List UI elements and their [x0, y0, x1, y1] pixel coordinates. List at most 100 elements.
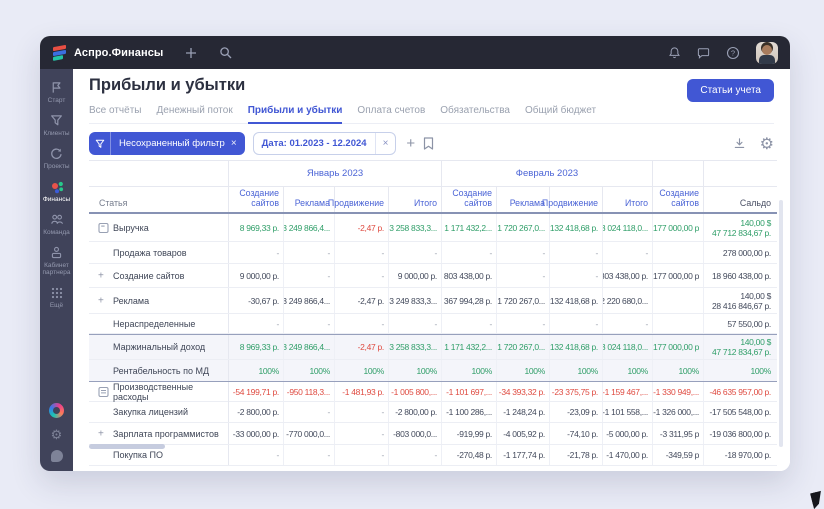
value-cell: 9 000,00 р.	[389, 264, 442, 287]
value-cell: -	[284, 402, 335, 422]
date-filter-close-icon[interactable]: ×	[375, 133, 396, 154]
sidebar-item-team[interactable]: Команда	[40, 208, 73, 241]
value-cell: -	[497, 242, 550, 263]
value-cell: -2 800,00 р.	[229, 402, 284, 422]
support-icon[interactable]	[51, 446, 63, 465]
horizontal-scrollbar[interactable]	[89, 444, 165, 449]
value-cell: -	[284, 264, 335, 287]
value-cell: 367 994,28 р.	[442, 288, 497, 313]
table-row[interactable]: Продажа товаров--------278 000,00 р.	[89, 242, 777, 264]
value-cell: -	[229, 445, 284, 465]
value-cell: 3 249 866,4...	[284, 335, 335, 359]
value-cell: 132 418,68 р.	[550, 288, 603, 313]
search-icon[interactable]	[219, 46, 232, 59]
table-row[interactable]: +Реклама-30,67 р.3 249 866,4...-2,47 р.3…	[89, 288, 777, 314]
expand-plus-icon[interactable]: +	[98, 295, 104, 306]
row-label[interactable]: +Зарплата программистов	[89, 423, 229, 444]
row-label: Рентабельность по МД	[89, 360, 229, 381]
row-label[interactable]: +Создание сайтов	[89, 264, 229, 287]
table-row[interactable]: Выручка8 969,33 р.3 249 866,4...-2,47 р.…	[89, 214, 777, 242]
row-label[interactable]: Выручка	[89, 214, 229, 241]
clients-icon	[50, 113, 63, 128]
content-area: Прибыли и убытки Статьи учета Все отчёты…	[73, 69, 790, 471]
row-label[interactable]: Производственные расходы	[89, 382, 229, 402]
accounting-articles-button[interactable]: Статьи учета	[687, 79, 774, 102]
table-row[interactable]: Покупка ПО-----270,48 р.-1 177,74 р.-21,…	[89, 445, 777, 466]
column-header: Создание сайтов	[653, 187, 704, 212]
table-row[interactable]: Маржинальный доход8 969,33 р.3 249 866,4…	[89, 334, 777, 360]
user-avatar[interactable]	[756, 42, 778, 64]
row-label: Маржинальный доход	[89, 335, 229, 359]
settings-gear-icon[interactable]: ⚙	[51, 425, 63, 444]
table-row[interactable]: +Создание сайтов9 000,00 р.--9 000,00 р.…	[89, 264, 777, 288]
tab-4[interactable]: Обязательства	[440, 101, 510, 123]
value-cell: -2,47 р.	[335, 288, 389, 313]
tab-3[interactable]: Оплата счетов	[357, 101, 425, 123]
tab-5[interactable]: Общий бюджет	[525, 101, 596, 123]
value-cell: -	[229, 242, 284, 263]
value-cell: -1 481,93 р.	[335, 382, 389, 402]
value-cell: -1 005 800,...	[389, 382, 442, 402]
add-icon[interactable]	[185, 47, 197, 59]
column-header: Создание сайтов	[229, 187, 284, 212]
sidebar-item-partner[interactable]: Кабинет партнера	[40, 241, 73, 281]
aspro-cloud-logo-icon[interactable]	[49, 403, 64, 418]
table-settings-gear-icon[interactable]: ⚙	[760, 134, 774, 154]
tab-1[interactable]: Денежный поток	[156, 101, 232, 123]
value-cell: -	[335, 314, 389, 333]
chat-icon[interactable]	[697, 46, 710, 59]
value-cell: 1 720 267,0...	[497, 214, 550, 241]
saldo-cell: -17 505 548,00 р.	[704, 402, 777, 422]
saldo-cell: 57 550,00 р.	[704, 314, 777, 333]
row-group-icon[interactable]	[98, 222, 109, 233]
row-label[interactable]: +Реклама	[89, 288, 229, 313]
value-cell: -	[550, 264, 603, 287]
sidebar-item-start[interactable]: Старт	[40, 76, 73, 109]
value-cell: -5 000,00 р.	[603, 423, 653, 444]
table-row[interactable]: Производственные расходы-54 199,71 р.-95…	[89, 382, 777, 402]
download-icon[interactable]	[733, 134, 746, 154]
saldo-cell: 18 960 438,00 р.	[704, 264, 777, 287]
value-cell: -	[335, 242, 389, 263]
svg-text:?: ?	[731, 48, 735, 57]
table-row[interactable]: +Зарплата программистов-33 000,00 р.-770…	[89, 423, 777, 445]
bookmark-icon[interactable]	[423, 137, 434, 150]
value-cell: 2 220 680,0...	[603, 288, 653, 313]
add-filter-icon[interactable]: +	[406, 138, 415, 150]
table-row[interactable]: Нераспределенные--------57 550,00 р.	[89, 314, 777, 334]
value-cell: -	[284, 242, 335, 263]
value-cell: -1 470,00 р.	[603, 445, 653, 465]
date-filter-chip[interactable]: Дата: 01.2023 - 12.2024 ×	[253, 132, 397, 155]
tab-0[interactable]: Все отчёты	[89, 101, 141, 123]
expand-plus-icon[interactable]: +	[98, 428, 104, 439]
topbar: Аспро.Финансы ?	[40, 36, 790, 69]
expand-plus-icon[interactable]: +	[98, 270, 104, 281]
value-cell: -4 005,92 р.	[497, 423, 550, 444]
vertical-scrollbar[interactable]	[779, 200, 783, 447]
sidebar-item-clients[interactable]: Клиенты	[40, 109, 73, 142]
value-cell: 132 418,68 р.	[550, 335, 603, 359]
sidebar-item-projects[interactable]: Проекты	[40, 142, 73, 175]
row-group-icon[interactable]	[98, 387, 109, 398]
value-cell: -1 330 949,...	[653, 382, 704, 402]
value-cell: 1 720 267,0...	[497, 288, 550, 313]
value-cell: 1 171 432,2...	[442, 214, 497, 241]
notifications-bell-icon[interactable]	[668, 46, 681, 59]
value-cell: -	[389, 445, 442, 465]
table-row[interactable]: Рентабельность по МД100%100%100%100%100%…	[89, 360, 777, 382]
unsaved-filter-chip[interactable]: Несохраненный фильтр ×	[89, 132, 245, 155]
value-cell: -	[550, 314, 603, 333]
sidebar-item-more[interactable]: Ещё	[40, 281, 73, 314]
month-header-row: Январь 2023Февраль 2023	[89, 161, 777, 187]
value-cell: 3 258 833,3...	[389, 335, 442, 359]
value-cell: 132 418,68 р.	[550, 214, 603, 241]
sidebar-item-finance[interactable]: Финансы	[40, 175, 73, 208]
table-row[interactable]: Закупка лицензий-2 800,00 р.---2 800,00 …	[89, 402, 777, 423]
value-cell: 803 438,00 р.	[442, 264, 497, 287]
tab-2[interactable]: Прибыли и убытки	[248, 101, 343, 124]
value-cell: 100%	[335, 360, 389, 381]
help-icon[interactable]: ?	[726, 46, 740, 60]
value-cell: -	[229, 314, 284, 333]
value-cell: -	[497, 264, 550, 287]
unsaved-filter-close-icon[interactable]: ×	[229, 138, 245, 149]
